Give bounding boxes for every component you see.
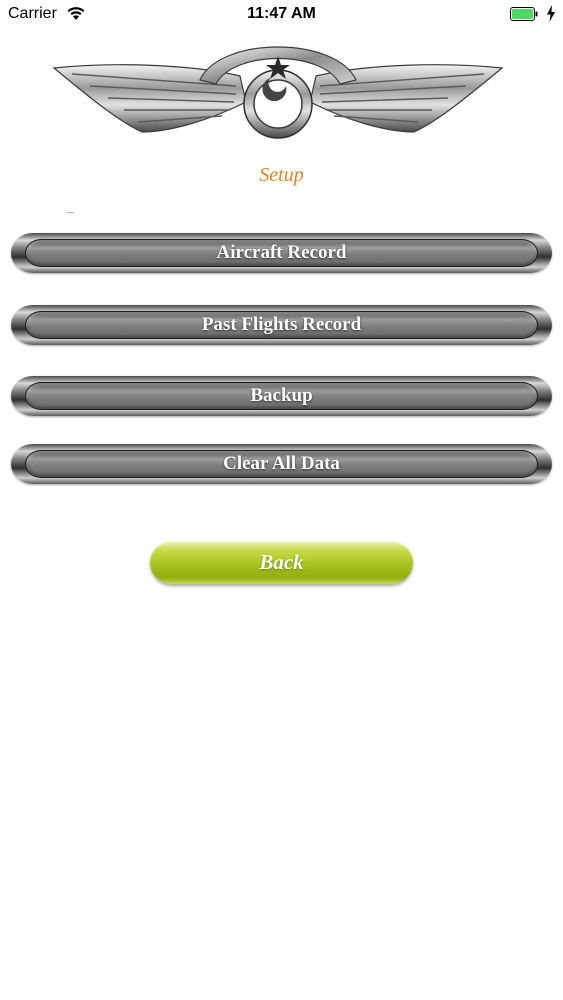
back-label: Back — [259, 550, 304, 574]
charging-bolt-icon — [547, 5, 555, 22]
clear-all-data-button[interactable]: Clear All Data — [11, 444, 552, 484]
past-flights-record-label: Past Flights Record — [201, 314, 362, 335]
backup-label: Backup — [250, 385, 313, 406]
pilot-wings-emblem-icon — [52, 46, 504, 139]
aircraft-record-label: Aircraft Record — [216, 242, 347, 263]
past-flights-record-button[interactable]: Past Flights Record — [11, 305, 552, 345]
backup-button[interactable]: Backup — [11, 376, 552, 416]
clear-all-data-label: Clear All Data — [223, 453, 340, 474]
aircraft-record-button[interactable]: Aircraft Record — [11, 233, 552, 273]
back-button[interactable]: Back — [150, 541, 413, 584]
divider — [67, 212, 74, 213]
status-bar: Carrier 11:47 AM — [0, 0, 563, 30]
page-title: Setup — [259, 164, 304, 186]
battery-full-icon — [510, 7, 538, 21]
clock: 11:47 AM — [247, 5, 316, 22]
